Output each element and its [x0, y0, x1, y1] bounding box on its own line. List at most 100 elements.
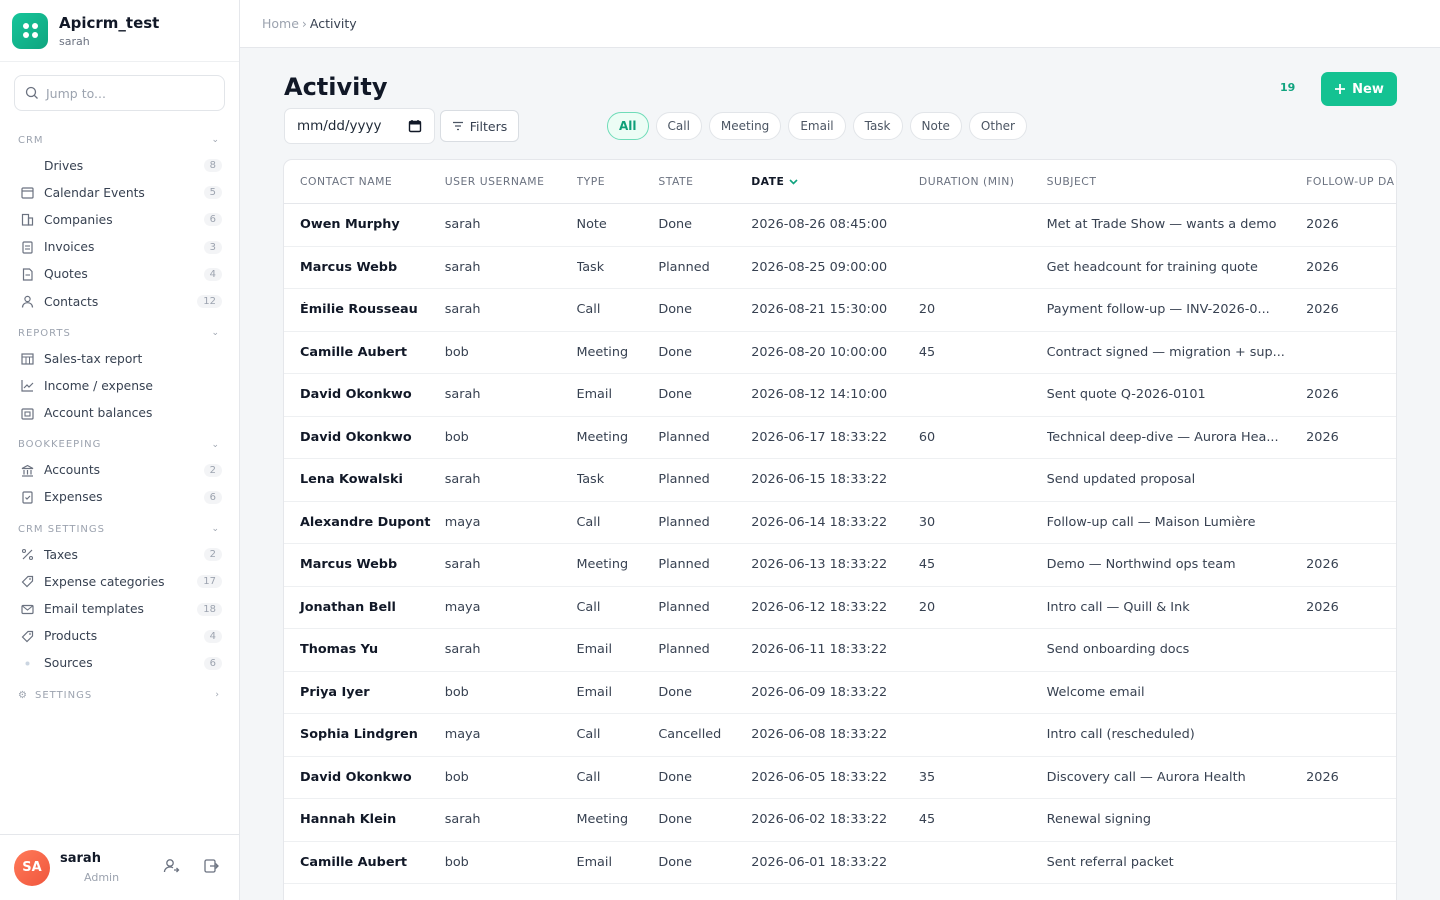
- sidebar-item-label: Email templates: [44, 602, 144, 617]
- filter-chip-email[interactable]: Email: [788, 112, 846, 140]
- new-button[interactable]: New: [1321, 72, 1397, 106]
- table-row[interactable]: Marcus Webb sarah Task Planned 2026-08-25 09…: [284, 247, 1396, 289]
- type-filter-chips: All Call Meeting Email Task Note Other: [607, 112, 1027, 140]
- sidebar-section-header[interactable]: Bookkeeping ⌄: [0, 433, 240, 457]
- sidebar-item-label: Contacts: [44, 294, 99, 309]
- table-cell[interactable]: Marcus Webb: [284, 557, 445, 572]
- building-icon: [20, 213, 34, 227]
- sidebar-item-label: Income / expense: [44, 378, 153, 393]
- table-row[interactable]: Thomas Yu sarah Email Planned 2026-06-11 18:…: [284, 629, 1396, 672]
- sidebar-item[interactable]: Quotes 4: [0, 261, 240, 288]
- sidebar-item[interactable]: Sources 6: [0, 650, 240, 677]
- table-cell[interactable]: Émilie Rousseau: [284, 302, 445, 317]
- table-cell: bob: [444, 684, 469, 700]
- table-row[interactable]: Lena Kowalski sarah Task Planned 2026-06-15 …: [284, 459, 1396, 502]
- column-header[interactable]: Date: [751, 175, 919, 188]
- table-cell[interactable]: Priya Iyer: [284, 685, 445, 700]
- chevron-down-icon: ⌄: [211, 328, 220, 339]
- brand[interactable]: Apicrm_test sarah: [0, 0, 239, 62]
- sidebar-section-header[interactable]: CRM Settings ⌄: [0, 517, 240, 541]
- table-cell[interactable]: Owen Murphy: [284, 217, 445, 232]
- table-cell[interactable]: Marcus Webb: [284, 260, 445, 275]
- table-row[interactable]: Camille Aubert bob Meeting Done 2026-08-20 1…: [284, 332, 1396, 374]
- sidebar-item[interactable]: Invoices 3: [0, 234, 240, 261]
- table-icon: [20, 352, 34, 366]
- sidebar-item[interactable]: Income / expense: [0, 372, 240, 399]
- sidebar-item-label: Calendar Events: [44, 185, 145, 200]
- table-cell: Done: [658, 302, 693, 318]
- switch-user-icon[interactable]: [162, 857, 180, 879]
- table-cell[interactable]: Hannah Klein: [284, 812, 445, 827]
- table-cell[interactable]: David Okonkwo: [284, 430, 445, 445]
- column-header[interactable]: State: [658, 175, 751, 188]
- table-cell[interactable]: Sophia Lindgren: [284, 727, 445, 742]
- table-cell[interactable]: Camille Aubert: [284, 855, 445, 870]
- sidebar-item-label: Products: [44, 629, 98, 644]
- sidebar-settings[interactable]: ⚙ Settings ›: [0, 683, 240, 707]
- filter-chip-meeting[interactable]: Meeting: [708, 112, 782, 140]
- sidebar-item-label: Expense categories: [44, 574, 165, 589]
- sidebar-item[interactable]: Products 4: [0, 623, 240, 650]
- sidebar-item[interactable]: Drives 8: [0, 152, 240, 179]
- sidebar-section-title: CRM Settings: [18, 523, 105, 535]
- table-cell[interactable]: Alexandre Dupont: [284, 515, 445, 530]
- table-row[interactable]: Jonathan Bell maya Call Planned 2026-06-12 1…: [284, 587, 1396, 629]
- sidebar-item[interactable]: Companies 6: [0, 206, 240, 233]
- sidebar-section-header[interactable]: Reports ⌄: [0, 321, 240, 345]
- table-row[interactable]: Alexandre Dupont maya Call Planned 2026-06-1…: [284, 502, 1396, 544]
- column-header[interactable]: Contact name: [284, 175, 445, 188]
- date-filter-input[interactable]: mm/dd/yyyy: [284, 108, 435, 144]
- table-cell: 2026-06-14 18:33:22: [751, 514, 888, 530]
- table-row[interactable]: David Okonkwo sarah Email Done 2026-08-12 14…: [284, 374, 1396, 417]
- table-cell[interactable]: Camille Aubert: [284, 345, 445, 360]
- sidebar-item[interactable]: Contacts 12: [0, 288, 240, 315]
- table-cell[interactable]: David Okonkwo: [284, 387, 445, 402]
- column-header[interactable]: User username: [445, 175, 577, 188]
- column-header[interactable]: Subject: [1047, 175, 1307, 188]
- filter-chip-other[interactable]: Other: [968, 112, 1027, 140]
- user-role: Admin: [84, 871, 120, 884]
- column-header[interactable]: Duration (min): [919, 175, 1047, 188]
- sidebar-item[interactable]: Account balances: [0, 400, 240, 427]
- table-cell: 2026-06-15 18:33:22: [751, 472, 888, 488]
- table-cell[interactable]: Jonathan Bell: [284, 600, 445, 615]
- table-cell: Note: [576, 217, 607, 233]
- column-header[interactable]: Type: [577, 175, 659, 188]
- sidebar-item[interactable]: Sales-tax report: [0, 345, 240, 372]
- sidebar-section-title: Reports: [18, 327, 71, 339]
- breadcrumb-home[interactable]: Home: [262, 16, 299, 31]
- filter-chip-task[interactable]: Task: [852, 112, 903, 140]
- column-header[interactable]: Follow-up da: [1306, 175, 1396, 188]
- table-row[interactable]: Priya Iyer bob Email Done 2026-06-09 18:33:2…: [284, 672, 1396, 714]
- sidebar-item[interactable]: Accounts 2: [0, 457, 240, 484]
- table-cell: Welcome email: [1046, 684, 1145, 700]
- table-row[interactable]: David Okonkwo bob Call Done 2026-06-05 18:33…: [284, 757, 1396, 799]
- jump-to-search[interactable]: Jump to...: [14, 75, 225, 111]
- table-cell[interactable]: Lena Kowalski: [284, 472, 445, 487]
- table-row[interactable]: Camille Aubert bob Email Done 2026-06-01 18:…: [284, 842, 1396, 884]
- table-row[interactable]: Hannah Klein sarah Meeting Done 2026-06-02 1…: [284, 799, 1396, 842]
- table-row[interactable]: Émilie Rousseau sarah Call Done 2026-08-21 1…: [284, 289, 1396, 332]
- logout-icon[interactable]: [202, 857, 220, 879]
- table-row[interactable]: Sophia Lindgren maya Call Cancelled 2026-06-…: [284, 714, 1396, 757]
- filter-chip-all[interactable]: All: [607, 112, 649, 140]
- filter-chip-note[interactable]: Note: [909, 112, 962, 140]
- table-cell: 2026: [1306, 429, 1339, 445]
- filters-button[interactable]: Filters: [440, 110, 519, 142]
- sidebar-item[interactable]: Taxes 2: [0, 541, 240, 568]
- filter-chip-call[interactable]: Call: [655, 112, 702, 140]
- table-cell[interactable]: David Okonkwo: [284, 770, 445, 785]
- table-row[interactable]: Marcus Webb sarah Meeting Planned 2026-06-13…: [284, 544, 1396, 587]
- table-row[interactable]: David Okonkwo bob Meeting Planned 2026-06-17…: [284, 417, 1396, 459]
- table-cell[interactable]: Thomas Yu: [284, 642, 445, 657]
- sidebar-section-header[interactable]: CRM ⌄: [0, 128, 240, 152]
- sidebar-item[interactable]: Expense categories 17: [0, 568, 240, 595]
- calendar-icon[interactable]: [408, 119, 422, 133]
- table-cell: Planned: [658, 514, 710, 530]
- table-row[interactable]: Owen Murphy sarah Note Done 2026-08-26 08:45…: [284, 204, 1396, 247]
- sidebar-item[interactable]: Email templates 18: [0, 595, 240, 622]
- sidebar-item[interactable]: Expenses 6: [0, 484, 240, 511]
- table-cell: 2026-08-25 09:00:00: [751, 259, 888, 275]
- avatar[interactable]: SA: [14, 849, 50, 886]
- sidebar-item[interactable]: Calendar Events 5: [0, 179, 240, 206]
